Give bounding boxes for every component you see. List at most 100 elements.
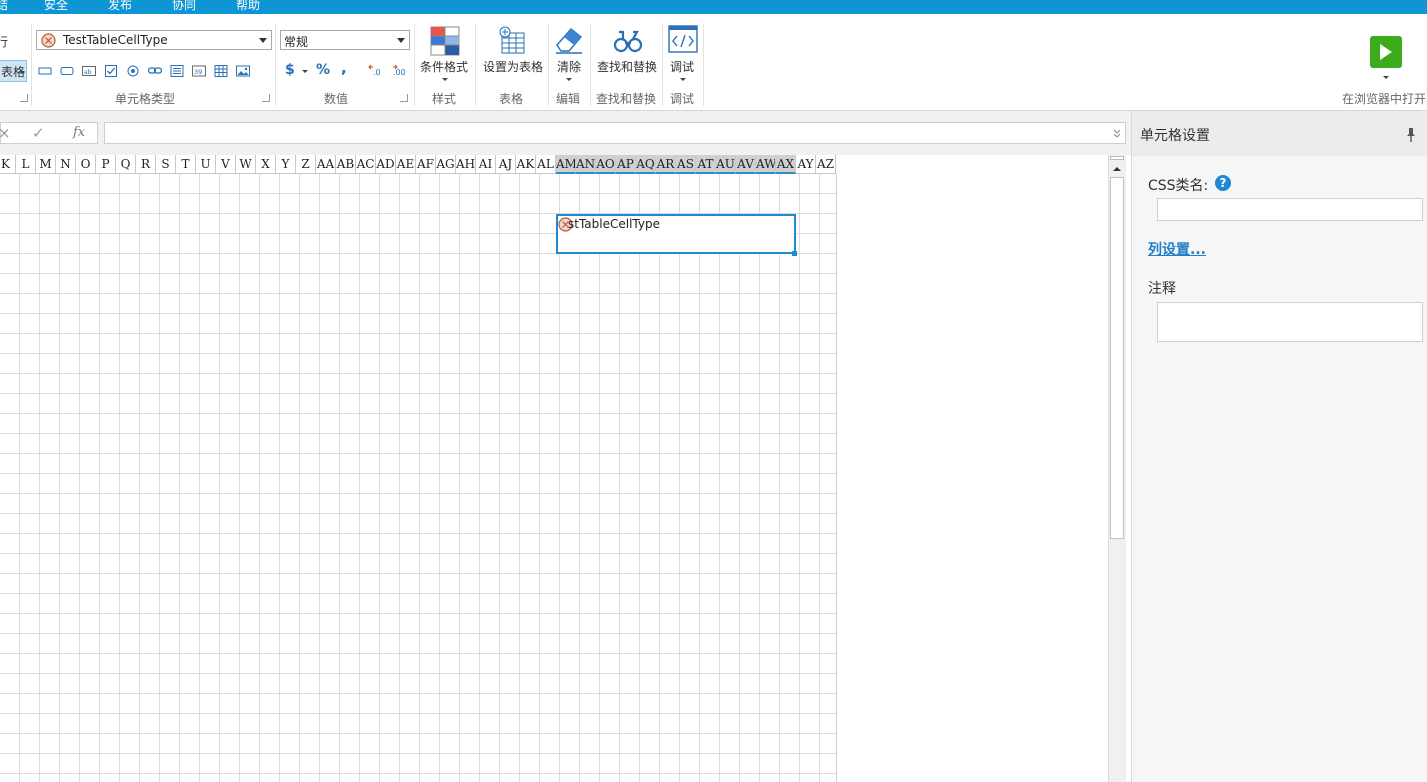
column-header[interactable]: P (96, 155, 116, 174)
column-header[interactable]: N (56, 155, 76, 174)
scroll-thumb[interactable] (1110, 177, 1124, 539)
dialog-launcher-icon[interactable] (262, 94, 270, 102)
ribbon-partial-table-button[interactable]: 表格 (0, 60, 27, 82)
column-header[interactable]: AC (356, 155, 376, 174)
column-header[interactable]: AQ (636, 155, 656, 174)
fill-handle[interactable] (792, 251, 797, 256)
run-button[interactable] (1370, 36, 1402, 68)
checkbox-celltype-icon[interactable] (104, 65, 118, 77)
button-celltype-icon[interactable] (60, 65, 74, 77)
menu-item-security[interactable]: 安全 (44, 0, 68, 13)
column-header[interactable]: M (36, 155, 56, 174)
scroll-split-handle[interactable] (1110, 156, 1124, 160)
column-header[interactable]: V (216, 155, 236, 174)
find-replace-button[interactable]: 查找和替换 (595, 24, 659, 86)
column-header[interactable]: O (76, 155, 96, 174)
label-celltype-icon[interactable]: ab (82, 65, 96, 77)
column-header[interactable]: AA (316, 155, 336, 174)
column-header[interactable]: X (256, 155, 276, 174)
css-class-input[interactable] (1157, 198, 1423, 221)
decrease-decimal-icon[interactable]: .00 (390, 63, 408, 77)
chevron-down-icon[interactable] (1383, 76, 1389, 79)
conditional-format-button[interactable]: 条件格式 (418, 24, 470, 86)
column-header[interactable]: AJ (496, 155, 516, 174)
ribbon-partial-label-row[interactable]: 行 (0, 33, 8, 50)
formula-input[interactable] (104, 122, 1126, 144)
column-header[interactable]: U (196, 155, 216, 174)
check-icon[interactable]: ✓ (32, 124, 45, 142)
column-header[interactable]: AK (516, 155, 536, 174)
table-celltype-icon[interactable] (214, 65, 228, 77)
image-celltype-icon[interactable] (236, 65, 250, 77)
column-header[interactable]: AV (736, 155, 756, 174)
debug-button[interactable]: 调试 (666, 24, 700, 86)
column-header[interactable]: Y (276, 155, 296, 174)
column-header[interactable]: K (0, 155, 16, 174)
cancel-icon[interactable]: × (0, 124, 11, 142)
menu-item-help[interactable]: 帮助 (236, 0, 260, 13)
column-header[interactable]: AS (676, 155, 696, 174)
grid-cells[interactable] (0, 174, 837, 782)
column-header[interactable]: AE (396, 155, 416, 174)
column-header[interactable]: Q (116, 155, 136, 174)
fx-icon[interactable]: fx (73, 125, 85, 140)
number-celltype-icon[interactable]: 39 (192, 65, 206, 77)
dialog-launcher-icon[interactable] (400, 94, 408, 102)
column-header[interactable]: AR (656, 155, 676, 174)
column-header[interactable]: AW (756, 155, 776, 174)
note-input[interactable] (1157, 302, 1423, 342)
expand-icon[interactable] (1113, 129, 1121, 138)
menu-item-collaborate[interactable]: 协同 (172, 0, 196, 13)
list-celltype-icon[interactable] (170, 65, 184, 77)
column-header[interactable]: W (236, 155, 256, 174)
set-as-table-button[interactable]: 设置为表格 (481, 24, 545, 86)
column-header[interactable]: S (156, 155, 176, 174)
number-format-combo[interactable]: 常规 (280, 30, 410, 50)
menu-item-publish[interactable]: 发布 (108, 0, 132, 13)
clear-label: 清除 (557, 60, 582, 74)
column-header[interactable]: AL (536, 155, 556, 174)
dialog-launcher-icon[interactable] (20, 94, 28, 102)
vertical-scrollbar[interactable] (1108, 155, 1126, 782)
group-label-find: 查找和替换 (595, 92, 656, 106)
chevron-down-icon (259, 38, 267, 43)
currency-button[interactable]: $ (285, 62, 295, 78)
column-header[interactable]: AG (436, 155, 456, 174)
comma-button[interactable]: , (341, 59, 347, 77)
column-header[interactable]: AB (336, 155, 356, 174)
column-header[interactable]: AH (456, 155, 476, 174)
link-celltype-icon[interactable] (148, 65, 162, 77)
column-header[interactable]: AT (696, 155, 716, 174)
column-settings-link[interactable]: 列设置... (1148, 239, 1206, 259)
column-header[interactable]: R (136, 155, 156, 174)
menu-item-partial[interactable]: 结 (0, 0, 8, 13)
increase-decimal-icon[interactable]: .0 (368, 63, 386, 77)
group-separator (548, 24, 549, 106)
column-header[interactable]: AN (576, 155, 596, 174)
clear-button[interactable]: 清除 (552, 24, 586, 86)
textbox-celltype-icon[interactable] (38, 65, 52, 77)
column-header[interactable]: AX (776, 155, 796, 174)
column-header[interactable]: AU (716, 155, 736, 174)
column-header[interactable]: L (16, 155, 36, 174)
column-header[interactable]: AI (476, 155, 496, 174)
column-header[interactable]: AY (796, 155, 816, 174)
percent-button[interactable]: % (316, 62, 330, 78)
column-header[interactable]: AD (376, 155, 396, 174)
column-header[interactable]: AZ (816, 155, 836, 174)
selected-cell[interactable]: stTableCellType (556, 214, 796, 254)
chevron-down-icon[interactable] (302, 70, 308, 73)
scroll-up-icon[interactable] (1112, 166, 1122, 172)
run-in-browser-label: 在浏览器中打开 (1342, 92, 1427, 106)
column-header[interactable]: Z (296, 155, 316, 174)
column-header[interactable]: AF (416, 155, 436, 174)
radio-celltype-icon[interactable] (126, 65, 140, 77)
svg-text:ab: ab (84, 69, 92, 76)
column-header[interactable]: AO (596, 155, 616, 174)
column-header[interactable]: AP (616, 155, 636, 174)
column-header[interactable]: T (176, 155, 196, 174)
pin-icon[interactable] (1406, 127, 1416, 143)
column-header[interactable]: AM (556, 155, 576, 174)
help-icon[interactable]: ? (1215, 175, 1231, 191)
celltype-combo[interactable]: TestTableCellType (36, 30, 272, 50)
